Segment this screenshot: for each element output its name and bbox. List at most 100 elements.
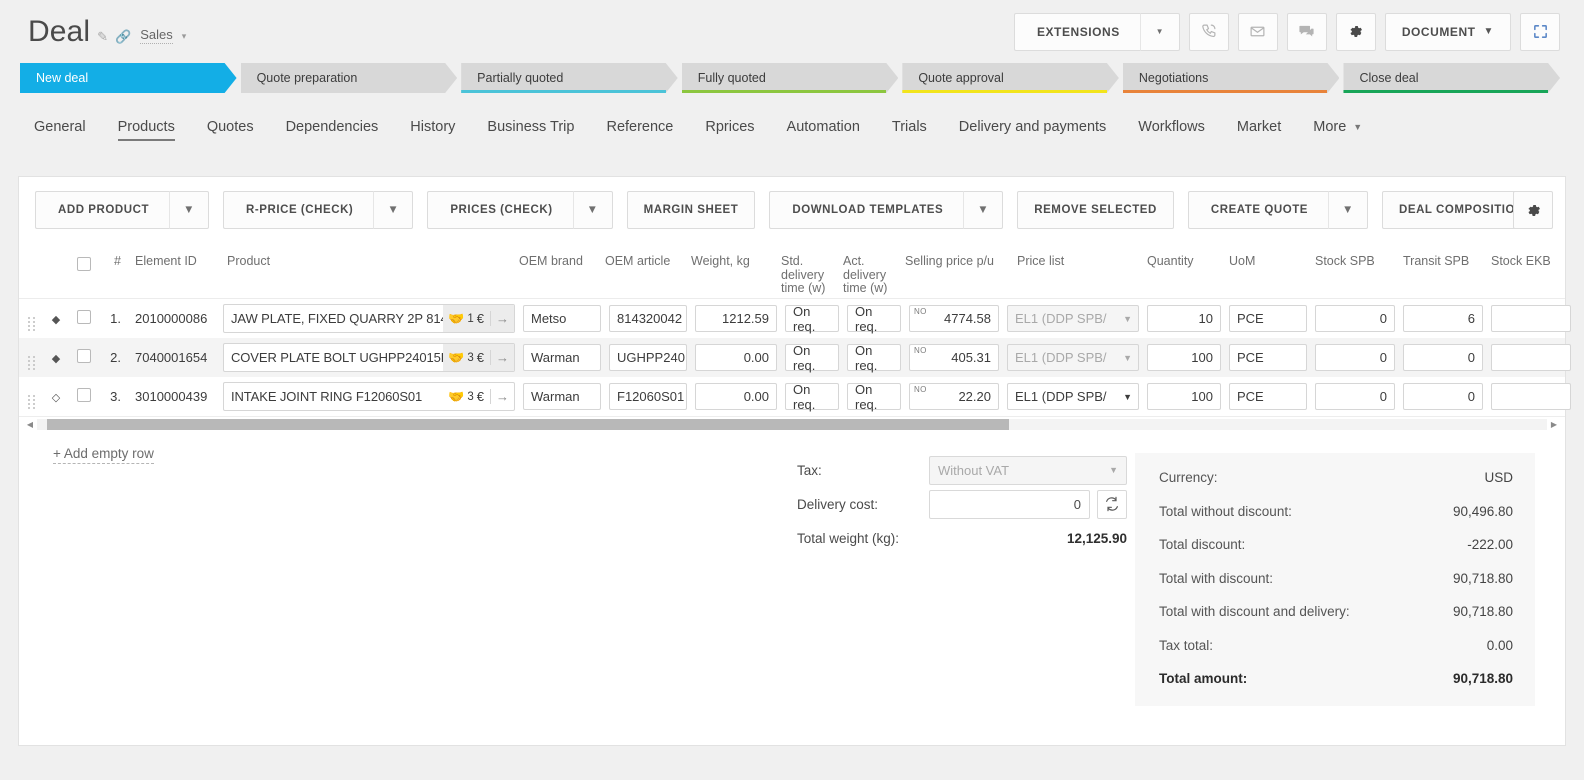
- row-stock-spb-field[interactable]: 0: [1311, 305, 1399, 332]
- tab-quotes[interactable]: Quotes: [191, 104, 270, 150]
- arrow-right-icon[interactable]: →: [490, 350, 509, 365]
- tab-products[interactable]: Products: [102, 104, 191, 150]
- euro-icon[interactable]: €: [477, 350, 484, 365]
- row-weight-field[interactable]: 0.00: [691, 383, 781, 410]
- add-product-button[interactable]: ADD PRODUCT: [35, 191, 170, 229]
- euro-icon[interactable]: €: [477, 389, 484, 404]
- row-act-delivery-field[interactable]: On req.: [843, 343, 905, 373]
- row-product-field[interactable]: COVER PLATE BOLT UGHPP24015E65 🤝 3 € →: [219, 343, 519, 372]
- row-stock-ekb-field[interactable]: [1487, 305, 1575, 332]
- row-std-delivery-field[interactable]: On req.: [781, 382, 843, 412]
- row-weight-field[interactable]: 0.00: [691, 344, 781, 371]
- row-quantity-field[interactable]: 100: [1143, 344, 1225, 371]
- row-uom-field[interactable]: PCE: [1225, 305, 1311, 332]
- remove-selected-button[interactable]: REMOVE SELECTED: [1017, 191, 1174, 229]
- paperclip-icon[interactable]: 🔗: [115, 30, 131, 47]
- margin-sheet-button[interactable]: MARGIN SHEET: [626, 191, 756, 229]
- tab-automation[interactable]: Automation: [771, 104, 876, 150]
- envelope-icon[interactable]: [1237, 12, 1278, 51]
- row-oem-article-field[interactable]: F12060S01: [605, 383, 691, 410]
- document-button[interactable]: DOCUMENT ▼: [1384, 12, 1511, 51]
- table-settings-gear-icon[interactable]: [1513, 191, 1553, 229]
- delivery-cost-input[interactable]: 0: [929, 489, 1090, 519]
- row-oem-article-field[interactable]: 814320042: [605, 305, 691, 332]
- tab-rprices[interactable]: Rprices: [689, 104, 770, 150]
- row-transit-spb-field[interactable]: 6: [1399, 305, 1487, 332]
- row-weight-field[interactable]: 1212.59: [691, 305, 781, 332]
- row-stock-spb-field[interactable]: 0: [1311, 383, 1399, 410]
- row-price-list-select[interactable]: EL1 (DDP SPB/ ▼: [1003, 305, 1143, 332]
- table-row[interactable]: ◆ 1. 2010000086 JAW PLATE, FIXED QUARRY …: [19, 299, 1571, 338]
- row-stock-ekb-field[interactable]: [1487, 344, 1575, 371]
- tab-delivery-and-payments[interactable]: Delivery and payments: [943, 104, 1123, 150]
- pipeline-stage-6[interactable]: Close deal: [1343, 63, 1560, 93]
- r-price-check-button[interactable]: R-PRICE (CHECK): [223, 191, 374, 229]
- row-checkbox[interactable]: [67, 349, 101, 366]
- create-quote-button[interactable]: CREATE QUOTE: [1187, 191, 1328, 229]
- tab-market[interactable]: Market: [1221, 104, 1297, 150]
- row-checkbox[interactable]: [67, 310, 101, 327]
- scroll-left-arrow-icon[interactable]: ◀: [23, 420, 37, 429]
- tab-trials[interactable]: Trials: [876, 104, 943, 150]
- row-oem-article-field[interactable]: UGHPP240: [605, 344, 691, 371]
- prices-check-dropdown-arrow[interactable]: ▼: [572, 191, 613, 229]
- row-product-field[interactable]: INTAKE JOINT RING F12060S01 🤝 3 € →: [219, 382, 519, 411]
- pipeline-stage-5[interactable]: Negotiations: [1123, 63, 1340, 93]
- pipeline-stage-4[interactable]: Quote approval: [902, 63, 1119, 93]
- row-act-delivery-field[interactable]: On req.: [843, 382, 905, 412]
- row-drag-handle-icon[interactable]: [19, 307, 45, 331]
- row-selling-price-field[interactable]: NO 405.31: [905, 344, 1003, 371]
- row-price-list-select[interactable]: EL1 (DDP SPB/ ▼: [1003, 383, 1143, 410]
- handshake-icon[interactable]: 🤝: [448, 311, 464, 327]
- tab-general[interactable]: General: [28, 104, 102, 150]
- arrow-right-icon[interactable]: →: [490, 389, 509, 404]
- pipeline-stage-1[interactable]: Quote preparation: [241, 63, 458, 93]
- row-std-delivery-field[interactable]: On req.: [781, 304, 843, 334]
- table-row[interactable]: ◆ 2. 7040001654 COVER PLATE BOLT UGHPP24…: [19, 338, 1571, 377]
- row-checkbox[interactable]: [67, 388, 101, 405]
- row-std-delivery-field[interactable]: On req.: [781, 343, 843, 373]
- tab-business-trip[interactable]: Business Trip: [471, 104, 590, 150]
- row-transit-spb-field[interactable]: 0: [1399, 383, 1487, 410]
- select-all-checkbox[interactable]: [67, 251, 101, 275]
- scrollbar-track[interactable]: [37, 419, 1547, 430]
- scroll-right-arrow-icon[interactable]: ▶: [1547, 420, 1561, 429]
- extensions-button[interactable]: EXTENSIONS: [1013, 12, 1140, 51]
- pipeline-stage-0[interactable]: New deal: [20, 63, 237, 93]
- pipeline-stage-2[interactable]: Partially quoted: [461, 63, 678, 93]
- row-drag-handle-icon[interactable]: [19, 346, 45, 370]
- gear-icon[interactable]: [1335, 12, 1376, 51]
- create-quote-dropdown-arrow[interactable]: ▼: [1328, 191, 1368, 229]
- table-row[interactable]: ◇ 3. 3010000439 INTAKE JOINT RING F12060…: [19, 377, 1571, 416]
- pencil-icon[interactable]: ✎: [97, 30, 108, 47]
- row-act-delivery-field[interactable]: On req.: [843, 304, 905, 334]
- row-price-list-select[interactable]: EL1 (DDP SPB/ ▼: [1003, 344, 1143, 371]
- download-templates-button[interactable]: DOWNLOAD TEMPLATES: [769, 191, 964, 229]
- row-oem-brand-field[interactable]: Metso: [519, 305, 605, 332]
- prices-check-button[interactable]: PRICES (CHECK): [427, 191, 573, 229]
- row-quantity-field[interactable]: 10: [1143, 305, 1225, 332]
- row-selling-price-field[interactable]: NO 4774.58: [905, 305, 1003, 332]
- row-drag-handle-icon[interactable]: [19, 385, 45, 409]
- tab-more[interactable]: More ▼: [1297, 104, 1378, 150]
- chevron-down-icon[interactable]: ▾: [182, 31, 187, 42]
- tab-history[interactable]: History: [394, 104, 471, 150]
- row-stock-spb-field[interactable]: 0: [1311, 344, 1399, 371]
- row-quantity-field[interactable]: 100: [1143, 383, 1225, 410]
- row-uom-field[interactable]: PCE: [1225, 344, 1311, 371]
- fullscreen-icon[interactable]: [1520, 12, 1560, 51]
- arrow-right-icon[interactable]: →: [490, 311, 509, 326]
- download-templates-dropdown-arrow[interactable]: ▼: [963, 191, 1004, 229]
- refresh-icon[interactable]: [1097, 489, 1127, 519]
- row-product-field[interactable]: JAW PLATE, FIXED QUARRY 2P 81432004 🤝 1 …: [219, 304, 519, 333]
- chat-bubble-icon[interactable]: [1286, 12, 1327, 51]
- tab-dependencies[interactable]: Dependencies: [270, 104, 395, 150]
- add-empty-row-link[interactable]: + Add empty row: [53, 446, 154, 464]
- row-uom-field[interactable]: PCE: [1225, 383, 1311, 410]
- table-horizontal-scrollbar[interactable]: ◀ ▶: [19, 416, 1565, 432]
- extensions-dropdown-arrow[interactable]: ▼: [1139, 12, 1180, 51]
- add-product-dropdown-arrow[interactable]: ▼: [169, 191, 210, 229]
- row-selling-price-field[interactable]: NO 22.20: [905, 383, 1003, 410]
- handshake-icon[interactable]: 🤝: [448, 350, 464, 366]
- row-oem-brand-field[interactable]: Warman: [519, 344, 605, 371]
